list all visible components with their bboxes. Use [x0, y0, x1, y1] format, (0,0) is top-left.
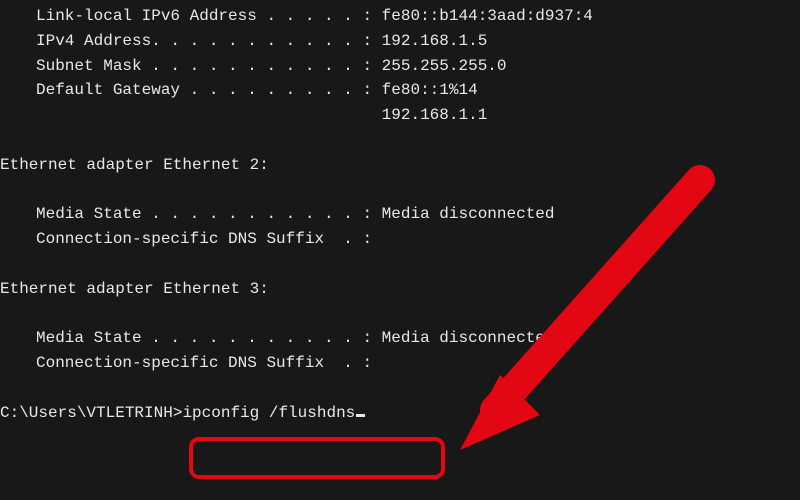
blank-line — [0, 178, 800, 203]
blank-line — [0, 302, 800, 327]
ipconfig-value: 255.255.255.0 — [382, 57, 507, 75]
ipconfig-row: Connection-specific DNS Suffix . : — [0, 227, 800, 252]
ipconfig-row: Media State . . . . . . . . . . . : Medi… — [0, 202, 800, 227]
ipconfig-label: Subnet Mask . . . . . . . . . . . : — [36, 57, 372, 75]
command-prompt-window[interactable]: Link-local IPv6 Address . . . . . : fe80… — [0, 0, 800, 500]
ipconfig-value: fe80::1%14 — [382, 81, 478, 99]
text-cursor — [356, 414, 365, 417]
ipconfig-label: Media State . . . . . . . . . . . : — [36, 205, 372, 223]
ipconfig-row: Subnet Mask . . . . . . . . . . . : 255.… — [0, 54, 800, 79]
ipconfig-row: Link-local IPv6 Address . . . . . : fe80… — [0, 4, 800, 29]
ipconfig-value: Media disconnected — [382, 205, 555, 223]
ipconfig-label — [36, 106, 372, 124]
ipconfig-value: Media disconnected — [382, 329, 555, 347]
annotation-highlight-box — [189, 437, 445, 479]
ipconfig-row: Media State . . . . . . . . . . . : Medi… — [0, 326, 800, 351]
prompt-path: C:\Users\VTLETRINH> — [0, 401, 182, 426]
ipconfig-row: 192.168.1.1 — [0, 103, 800, 128]
blank-line — [0, 128, 800, 153]
ipconfig-row: Connection-specific DNS Suffix . : — [0, 351, 800, 376]
ipconfig-label: IPv4 Address. . . . . . . . . . . : — [36, 32, 372, 50]
ipconfig-value: 192.168.1.5 — [382, 32, 488, 50]
ipconfig-label: Connection-specific DNS Suffix . : — [36, 230, 372, 248]
ipconfig-row: Default Gateway . . . . . . . . . : fe80… — [0, 78, 800, 103]
adapter-heading: Ethernet adapter Ethernet 3: — [0, 277, 800, 302]
blank-line — [0, 376, 800, 401]
ipconfig-label: Link-local IPv6 Address . . . . . : — [36, 7, 372, 25]
ipconfig-value: fe80::b144:3aad:d937:4 — [382, 7, 593, 25]
ipconfig-value: 192.168.1.1 — [382, 106, 488, 124]
ipconfig-row: IPv4 Address. . . . . . . . . . . : 192.… — [0, 29, 800, 54]
ipconfig-label: Default Gateway . . . . . . . . . : — [36, 81, 372, 99]
prompt-line[interactable]: C:\Users\VTLETRINH>ipconfig /flushdns — [0, 401, 800, 426]
ipconfig-label: Connection-specific DNS Suffix . : — [36, 354, 372, 372]
adapter-heading: Ethernet adapter Ethernet 2: — [0, 153, 800, 178]
blank-line — [0, 252, 800, 277]
command-text[interactable]: ipconfig /flushdns — [182, 401, 355, 426]
ipconfig-label: Media State . . . . . . . . . . . : — [36, 329, 372, 347]
